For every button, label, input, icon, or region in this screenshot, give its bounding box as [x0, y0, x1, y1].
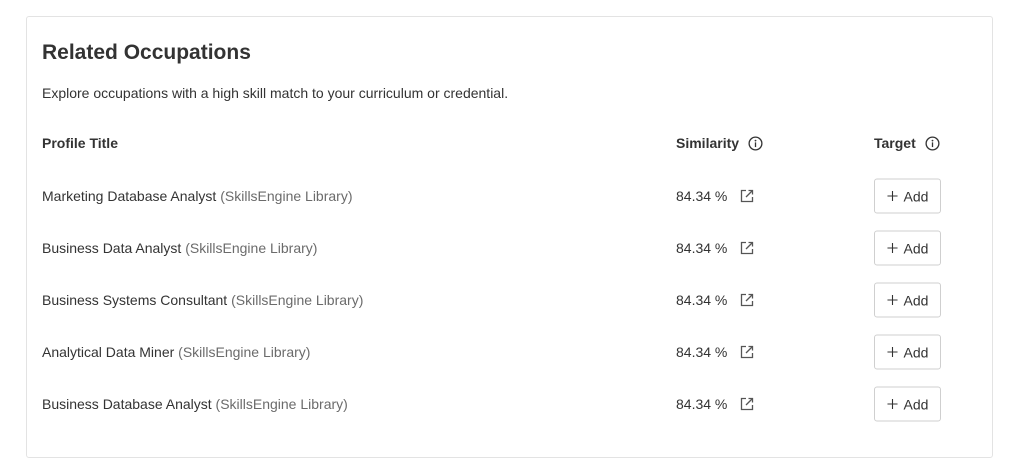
add-button-label: Add: [903, 240, 929, 256]
similarity-value: 84.34 %: [676, 240, 728, 256]
table-row: Business Data Analyst (SkillsEngine Libr…: [27, 222, 992, 274]
add-button-label: Add: [903, 344, 929, 360]
occupation-title: Business Database Analyst: [42, 396, 212, 412]
occupation-title-cell: Business Data Analyst (SkillsEngine Libr…: [42, 240, 317, 256]
table-row: Business Systems Consultant (SkillsEngin…: [27, 274, 992, 326]
section-description: Explore occupations with a high skill ma…: [42, 85, 509, 101]
similarity-cell: 84.34 %: [676, 292, 755, 308]
table-row: Business Database Analyst (SkillsEngine …: [27, 378, 992, 430]
similarity-cell: 84.34 %: [676, 344, 755, 360]
column-header-label: Similarity: [676, 135, 740, 151]
occupation-library: (SkillsEngine Library): [231, 292, 364, 308]
external-link-icon[interactable]: [739, 188, 755, 204]
similarity-value: 84.34 %: [676, 188, 728, 204]
related-occupations-card: Related Occupations Explore occupations …: [26, 16, 993, 458]
similarity-value: 84.34 %: [676, 396, 728, 412]
similarity-cell: 84.34 %: [676, 188, 755, 204]
add-target-button[interactable]: Add: [874, 334, 941, 370]
column-header-target: Target: [874, 135, 940, 151]
plus-icon: [886, 190, 898, 202]
plus-icon: [886, 242, 898, 254]
occupation-library: (SkillsEngine Library): [220, 188, 353, 204]
add-button-label: Add: [903, 292, 929, 308]
similarity-cell: 84.34 %: [676, 240, 755, 256]
occupation-title-cell: Business Systems Consultant (SkillsEngin…: [42, 292, 363, 308]
section-title: Related Occupations: [42, 41, 251, 64]
occupation-title-cell: Analytical Data Miner (SkillsEngine Libr…: [42, 344, 310, 360]
occupation-library: (SkillsEngine Library): [185, 240, 318, 256]
info-circle-icon[interactable]: [925, 135, 940, 151]
plus-icon: [886, 346, 898, 358]
column-header-label: Target: [874, 135, 916, 151]
add-target-button[interactable]: Add: [874, 178, 941, 214]
occupation-library: (SkillsEngine Library): [178, 344, 311, 360]
info-circle-icon[interactable]: [748, 135, 763, 151]
occupation-title-cell: Marketing Database Analyst (SkillsEngine…: [42, 188, 353, 204]
external-link-icon[interactable]: [739, 396, 755, 412]
external-link-icon[interactable]: [739, 344, 755, 360]
add-target-button[interactable]: Add: [874, 230, 941, 266]
column-header-label: Profile Title: [42, 135, 118, 151]
table-row: Analytical Data Miner (SkillsEngine Libr…: [27, 326, 992, 378]
occupation-title: Business Data Analyst: [42, 240, 182, 256]
occupation-title: Marketing Database Analyst: [42, 188, 217, 204]
occupation-title: Analytical Data Miner: [42, 344, 175, 360]
add-target-button[interactable]: Add: [874, 282, 941, 318]
similarity-cell: 84.34 %: [676, 396, 755, 412]
similarity-value: 84.34 %: [676, 344, 728, 360]
table-row: Marketing Database Analyst (SkillsEngine…: [27, 170, 992, 222]
external-link-icon[interactable]: [739, 240, 755, 256]
plus-icon: [886, 398, 898, 410]
plus-icon: [886, 294, 898, 306]
add-button-label: Add: [903, 396, 929, 412]
similarity-value: 84.34 %: [676, 292, 728, 308]
add-target-button[interactable]: Add: [874, 386, 941, 422]
column-header-profile-title: Profile Title: [42, 135, 118, 151]
occupation-title-cell: Business Database Analyst (SkillsEngine …: [42, 396, 348, 412]
column-header-similarity: Similarity: [676, 135, 763, 151]
occupation-library: (SkillsEngine Library): [215, 396, 348, 412]
add-button-label: Add: [903, 188, 929, 204]
occupation-title: Business Systems Consultant: [42, 292, 228, 308]
external-link-icon[interactable]: [739, 292, 755, 308]
